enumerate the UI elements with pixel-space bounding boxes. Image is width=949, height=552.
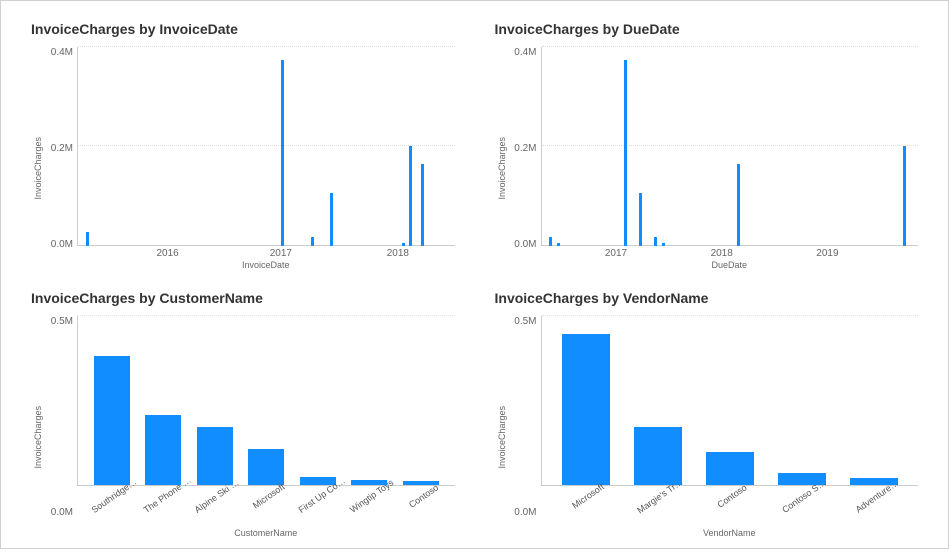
data-bar[interactable] [281, 60, 284, 245]
x-tick: 2019 [816, 248, 838, 259]
data-bar[interactable] [145, 415, 181, 486]
data-bar[interactable] [737, 164, 740, 246]
plot-area [77, 316, 455, 487]
x-axis: Southridge…The Phone …Alpine Ski …Micros… [77, 486, 455, 534]
data-bar[interactable] [654, 237, 657, 246]
data-bar[interactable] [197, 427, 233, 486]
chart-invoicecharges-by-invoicedate[interactable]: InvoiceCharges by InvoiceDate InvoiceCha… [31, 21, 455, 270]
data-bar[interactable] [634, 427, 682, 486]
chart-title: InvoiceCharges by CustomerName [31, 290, 455, 306]
data-bar[interactable] [409, 146, 412, 245]
x-tick: 2017 [270, 248, 292, 259]
plot-area [77, 47, 455, 246]
data-bar[interactable] [421, 164, 424, 246]
plot-area [541, 316, 919, 487]
chart-title: InvoiceCharges by DueDate [495, 21, 919, 37]
x-tick: 2018 [387, 248, 409, 259]
data-bar[interactable] [248, 449, 284, 486]
data-bar[interactable] [624, 60, 627, 245]
x-tick: 2017 [605, 248, 627, 259]
chart-title: InvoiceCharges by InvoiceDate [31, 21, 455, 37]
data-bar[interactable] [86, 232, 89, 245]
x-axis: 2016 2017 2018 [77, 246, 455, 266]
x-tick: 2016 [156, 248, 178, 259]
y-axis-label: InvoiceCharges [495, 316, 507, 539]
data-bar[interactable] [311, 237, 314, 246]
x-tick: 2018 [711, 248, 733, 259]
data-bar[interactable] [549, 237, 552, 246]
y-axis-label: InvoiceCharges [495, 47, 507, 270]
chart-invoicecharges-by-duedate[interactable]: InvoiceCharges by DueDate InvoiceCharges… [495, 21, 919, 270]
y-axis-ticks: 0.5M 0.0M [43, 316, 77, 539]
y-axis-label: InvoiceCharges [31, 47, 43, 270]
data-bar[interactable] [903, 146, 906, 245]
y-axis-ticks: 0.5M 0.0M [507, 316, 541, 539]
data-bar[interactable] [94, 356, 130, 486]
dashboard-canvas: InvoiceCharges by InvoiceDate InvoiceCha… [0, 0, 949, 549]
x-axis: MicrosoftMargie's Tr…ContosoContoso S…Ad… [541, 486, 919, 534]
plot-area [541, 47, 919, 246]
chart-invoicecharges-by-vendorname[interactable]: InvoiceCharges by VendorName InvoiceChar… [495, 290, 919, 539]
chart-title: InvoiceCharges by VendorName [495, 290, 919, 306]
y-axis-ticks: 0.4M 0.2M 0.0M [507, 47, 541, 270]
chart-invoicecharges-by-customername[interactable]: InvoiceCharges by CustomerName InvoiceCh… [31, 290, 455, 539]
x-axis: 2017 2018 2019 [541, 246, 919, 266]
y-axis-ticks: 0.4M 0.2M 0.0M [43, 47, 77, 270]
data-bar[interactable] [639, 193, 642, 246]
data-bar[interactable] [562, 334, 610, 486]
y-axis-label: InvoiceCharges [31, 316, 43, 539]
data-bar[interactable] [330, 193, 333, 246]
